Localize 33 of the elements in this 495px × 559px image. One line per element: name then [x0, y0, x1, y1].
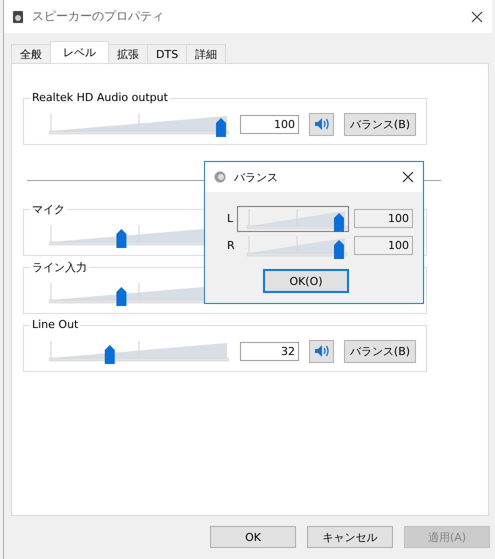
slider-thumb[interactable]: [216, 118, 226, 137]
level-field[interactable]: 100: [240, 114, 299, 134]
dialog-button[interactable]: OK: [210, 526, 296, 548]
group-label: Realtek HD Audio output: [30, 91, 170, 104]
slider-thumb[interactable]: [104, 345, 115, 364]
balance-button[interactable]: バランス(B): [344, 340, 416, 362]
volume-slider[interactable]: [49, 338, 229, 364]
channel-label: R: [227, 239, 236, 252]
group-label: ライン入力: [30, 260, 89, 275]
ok-button[interactable]: OK(O): [263, 269, 349, 293]
level-field: 100: [354, 209, 413, 228]
dialog-button[interactable]: キャンセル: [307, 526, 393, 548]
channel-label: L: [227, 212, 234, 225]
mute-button[interactable]: [309, 340, 334, 362]
window-title: スピーカーのプロパティ: [32, 8, 165, 25]
level-field[interactable]: 32: [240, 342, 299, 360]
level-field: 100: [354, 236, 413, 255]
close-icon[interactable]: [402, 171, 414, 183]
dialog-title: バランス: [234, 170, 279, 184]
tab[interactable]: レベル: [50, 41, 109, 63]
tab[interactable]: 全般: [11, 44, 51, 63]
group-label: Line Out: [30, 318, 80, 331]
group-label: マイク: [30, 202, 67, 217]
slider-thumb[interactable]: [334, 240, 344, 258]
balance-button[interactable]: バランス(B): [344, 112, 416, 136]
mute-button[interactable]: [309, 112, 334, 136]
tab[interactable]: 詳細: [186, 44, 226, 63]
slider-thumb[interactable]: [334, 212, 344, 232]
close-icon[interactable]: [471, 10, 483, 22]
slider-thumb[interactable]: [116, 287, 126, 306]
volume-slider[interactable]: [237, 206, 349, 232]
slider-thumb[interactable]: [116, 229, 126, 248]
volume-slider[interactable]: [49, 111, 229, 137]
